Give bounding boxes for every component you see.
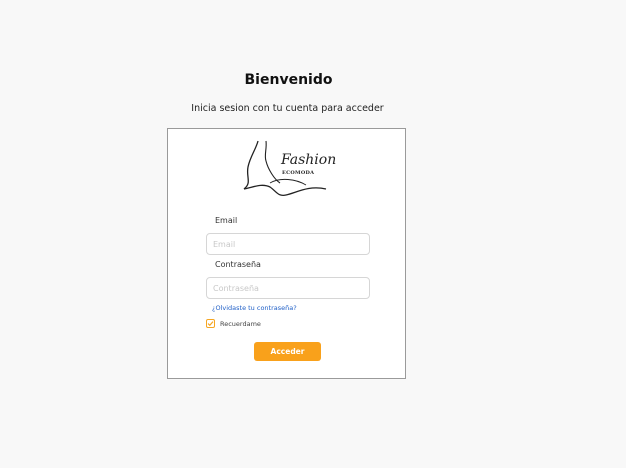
remember-me[interactable]: Recuerdame xyxy=(206,319,261,328)
logo-wordmark: Fashion xyxy=(281,152,337,168)
remember-label: Recuerdame xyxy=(220,319,261,328)
page-subtitle: Inicia sesion con tu cuenta para acceder xyxy=(191,103,384,114)
page-title: Bienvenido xyxy=(244,72,333,88)
remember-checkbox[interactable] xyxy=(206,319,215,328)
email-field[interactable] xyxy=(206,233,370,255)
brand-logo xyxy=(240,139,340,199)
email-label: Email xyxy=(215,216,238,225)
dress-silhouette-icon xyxy=(243,140,327,197)
checkmark-icon xyxy=(207,321,214,327)
forgot-password-link[interactable]: ¿Olvidaste tu contraseña? xyxy=(212,304,297,312)
password-field[interactable] xyxy=(206,277,370,299)
login-button[interactable]: Acceder xyxy=(254,342,321,361)
password-label: Contraseña xyxy=(215,260,261,269)
login-card: Fashion ECOMODA Email Contraseña ¿Olvida… xyxy=(167,128,406,379)
logo-tagline: ECOMODA xyxy=(282,170,315,176)
